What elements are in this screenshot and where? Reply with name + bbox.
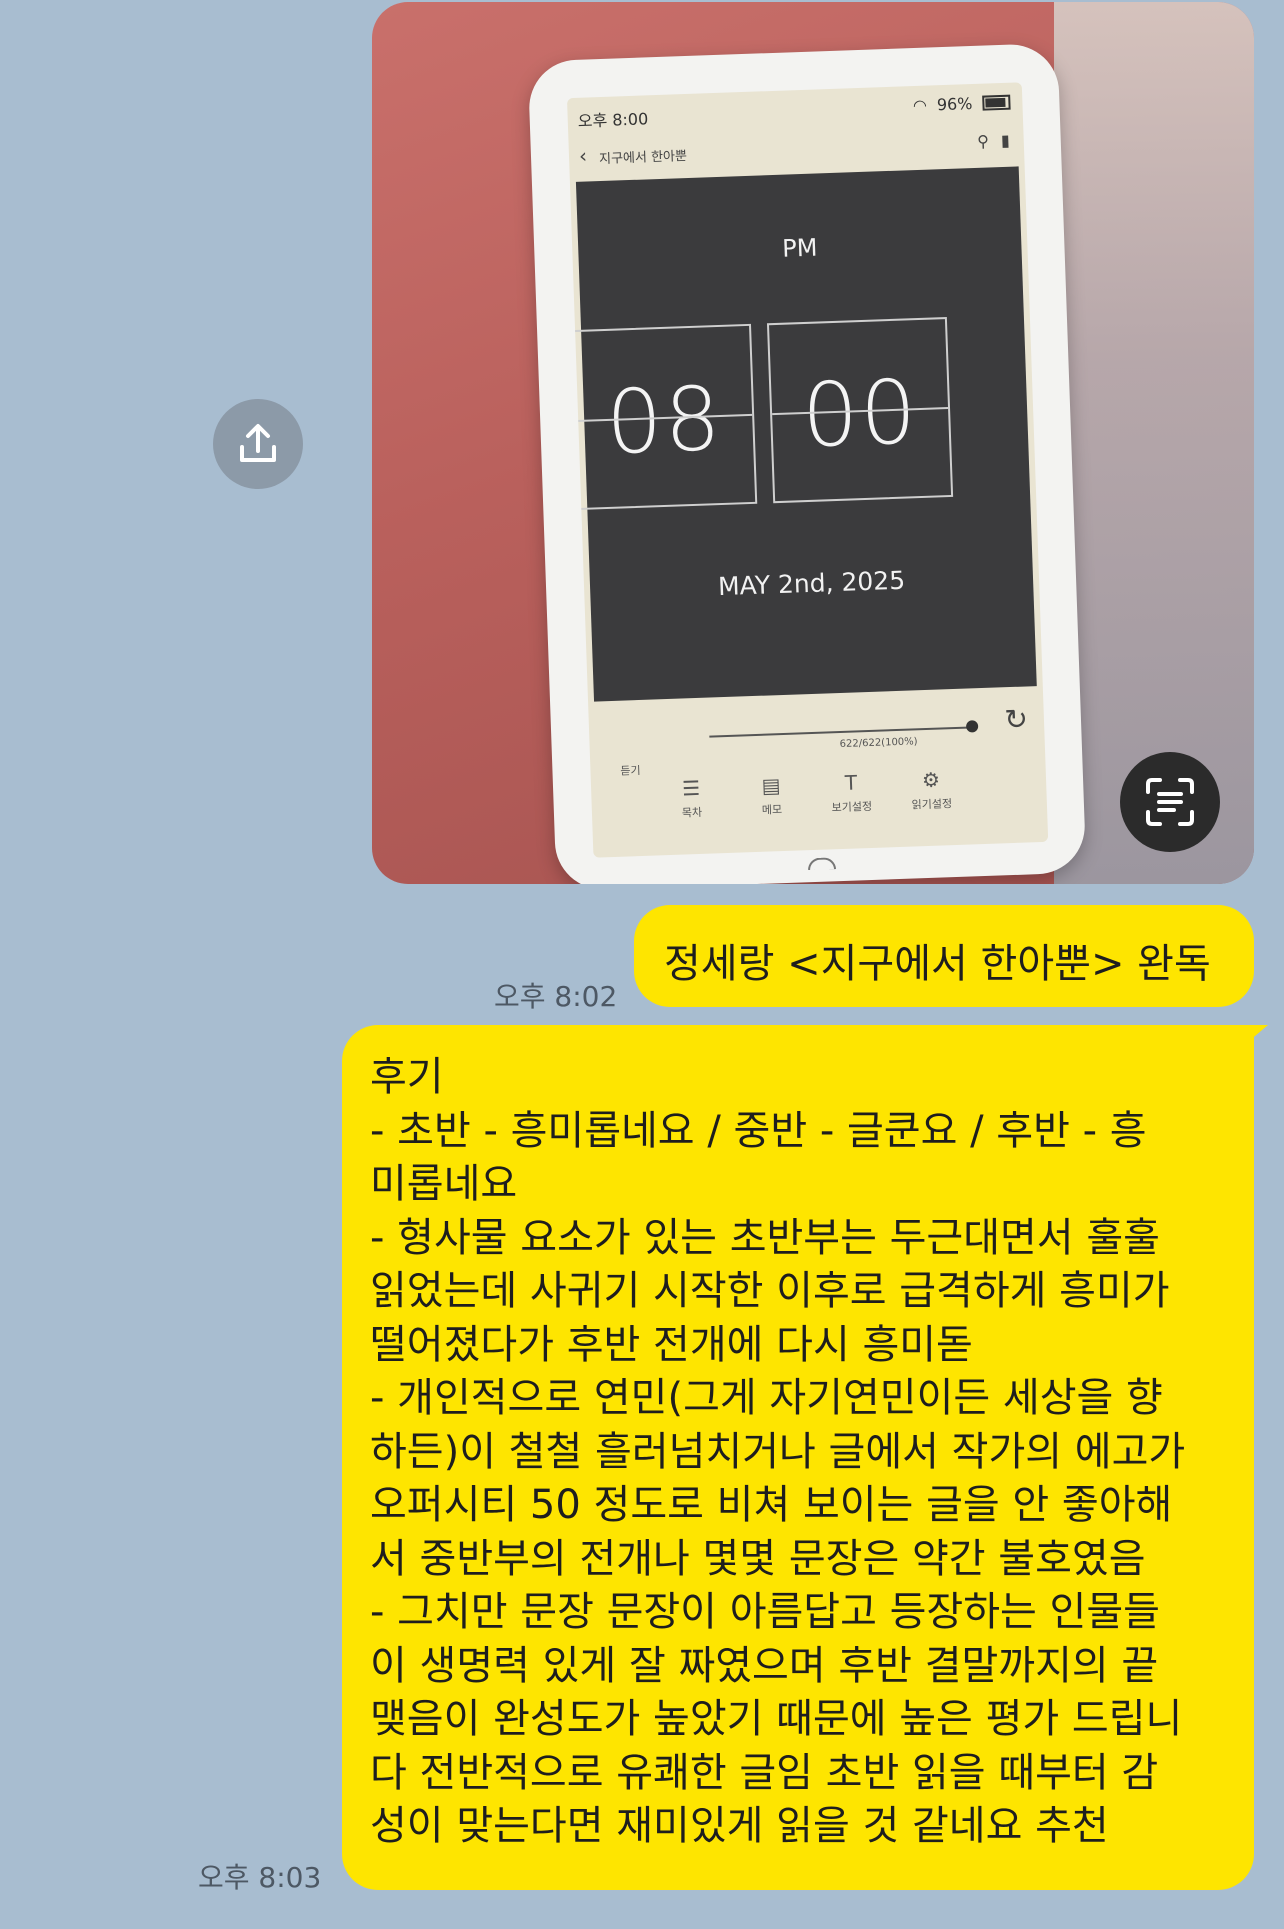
message-bubble[interactable]: 정세랑 <지구에서 한아뿐> 완독 (634, 905, 1254, 1007)
clock-date: MAY 2nd, 2025 (717, 565, 906, 602)
reading-progress: ↻ 622/622(100%) (599, 702, 1035, 757)
clock-ampm: PM (781, 233, 818, 263)
clock-hour-card: 08 (571, 323, 758, 511)
wifi-icon: ◠ (912, 95, 928, 116)
ereader-screen: 오후 8:00 ◠ 96% ‹ 지구에서 한아뿐 ⚲ ▮ PM 08 00 MA… (566, 82, 1049, 858)
clock-minute-card: 00 (766, 317, 954, 504)
ereader-device: 오후 8:00 ◠ 96% ‹ 지구에서 한아뿐 ⚲ ▮ PM 08 00 MA… (527, 43, 1087, 884)
text-scan-icon (1146, 778, 1194, 826)
battery-icon (982, 94, 1011, 111)
memo-icon: ▤ (761, 773, 781, 798)
device-home-icon (807, 857, 837, 871)
text-settings-icon: T (844, 770, 858, 795)
photo-background (1054, 2, 1254, 884)
share-icon (240, 424, 276, 462)
text-scan-button[interactable] (1120, 752, 1220, 852)
bookmark-icon: ▮ (1000, 130, 1011, 151)
share-button[interactable] (213, 399, 303, 489)
back-chevron-icon: ‹ (578, 143, 588, 168)
refresh-icon: ↻ (1003, 702, 1029, 737)
message-time: 오후 8:03 (198, 1861, 322, 1894)
book-title: 지구에서 한아뿐 (598, 149, 688, 168)
clock-panel: PM 08 00 MAY 2nd, 2025 (571, 166, 1037, 702)
message-text: 정세랑 <지구에서 한아뿐> 완독 (664, 941, 1211, 987)
progress-label: 622/622(100%) (839, 736, 918, 751)
battery-percent: 96% (936, 94, 973, 115)
photo-message[interactable]: 오후 8:00 ◠ 96% ‹ 지구에서 한아뿐 ⚲ ▮ PM 08 00 MA… (372, 2, 1254, 884)
reader-bottom-bar: 듣기 ☰ 목차 ▤ 메모 T 보기설정 ⚙ 읽기설정 (590, 752, 1048, 858)
listen-label: 듣기 (620, 763, 641, 778)
toc-icon: ☰ (681, 775, 701, 801)
search-icon: ⚲ (976, 131, 990, 151)
device-status-time: 오후 8:00 (577, 109, 649, 131)
message-bubble[interactable]: 후기 - 초반 - 흥미롭네요 / 중반 - 글쿤요 / 후반 - 흥 미롭네요… (342, 1025, 1268, 1890)
settings-gear-icon: ⚙ (921, 767, 941, 793)
message-text: 후기 - 초반 - 흥미롭네요 / 중반 - 글쿤요 / 후반 - 흥 미롭네요… (370, 1054, 1186, 1849)
message-time: 오후 8:02 (494, 980, 618, 1013)
